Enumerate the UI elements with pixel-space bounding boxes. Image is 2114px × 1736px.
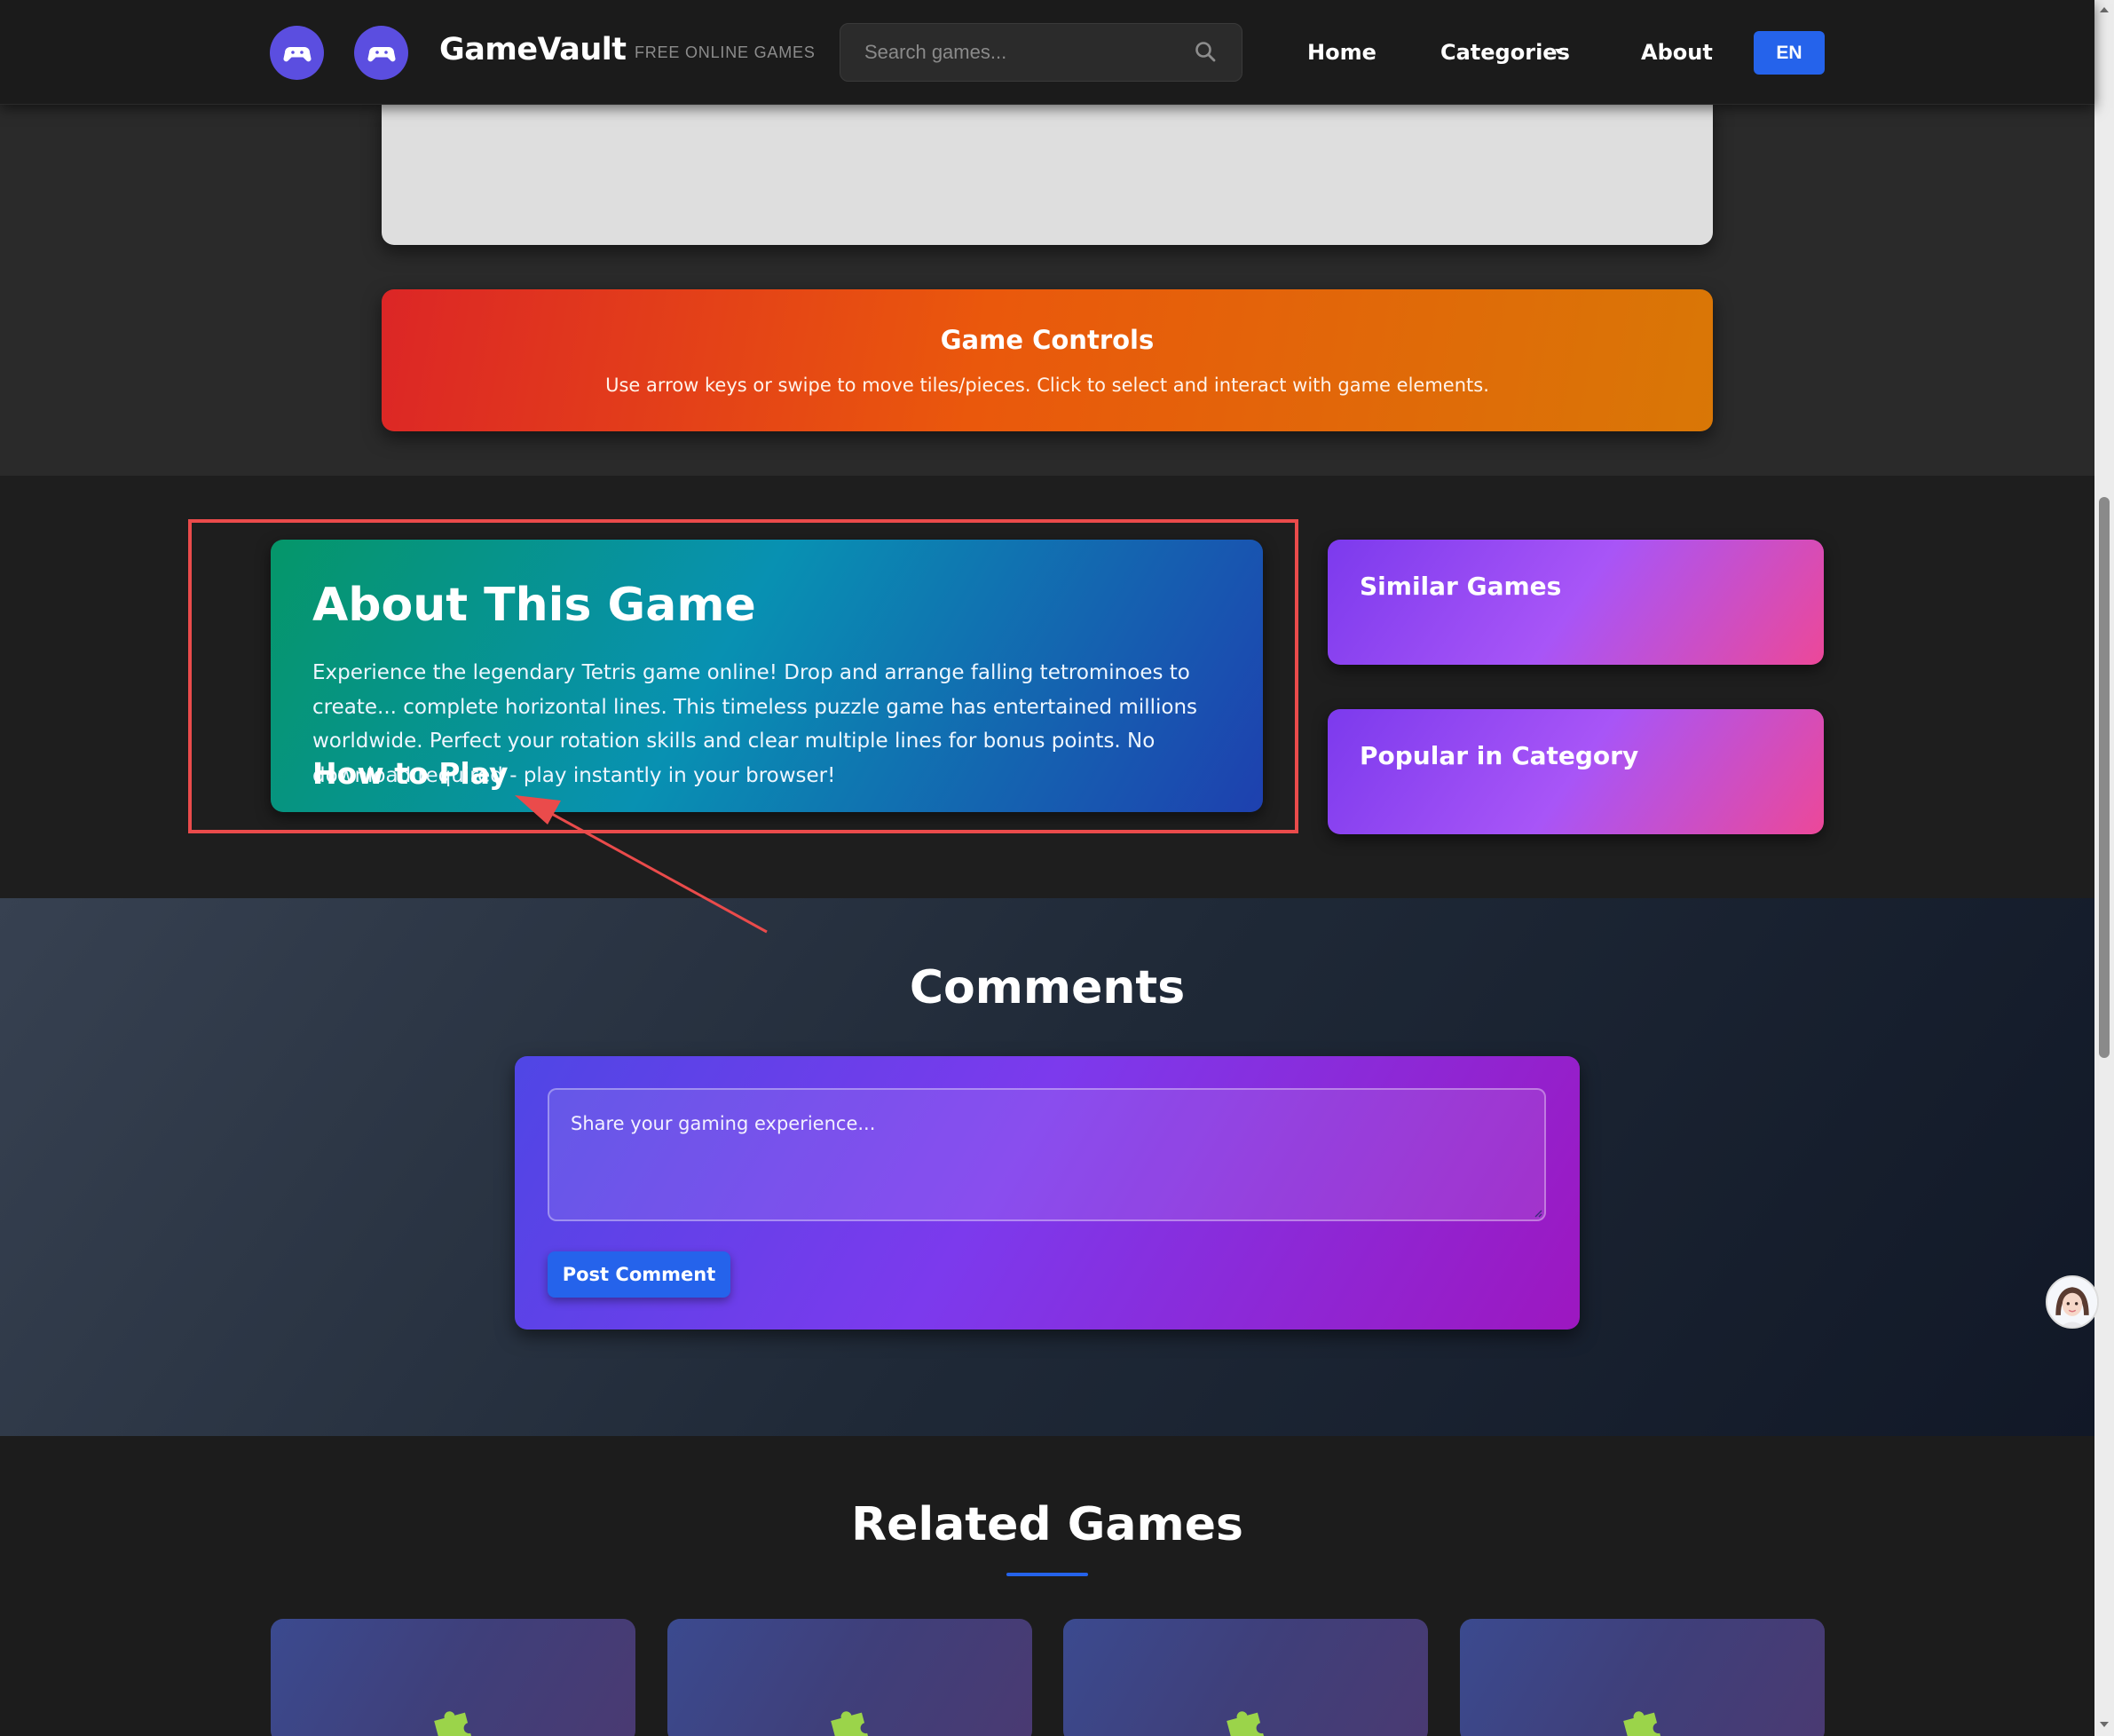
comments-section: Comments Post Comment [0, 898, 2094, 1436]
post-comment-button[interactable]: Post Comment [548, 1251, 730, 1298]
assistant-avatar[interactable] [2046, 1275, 2099, 1329]
scroll-down-arrow-icon[interactable] [2098, 1718, 2110, 1731]
puzzle-piece-icon [1623, 1711, 1663, 1736]
comments-heading: Comments [909, 961, 1186, 1014]
related-game-card[interactable] [271, 1619, 635, 1736]
language-button[interactable]: EN [1754, 31, 1825, 75]
comment-textarea[interactable] [548, 1088, 1546, 1221]
game-canvas-frame[interactable] [382, 103, 1713, 245]
gamepad-logo-icon-secondary[interactable] [354, 26, 408, 80]
resize-grip-icon[interactable] [1534, 1209, 1542, 1218]
top-navigation-bar: GameVault FREE ONLINE GAMES Home Categor… [0, 0, 2094, 105]
scroll-up-arrow-icon[interactable] [2098, 4, 2110, 16]
game-controls-title: Game Controls [940, 325, 1155, 355]
related-games-section: Related Games [0, 1436, 2094, 1736]
caret-down-icon[interactable] [1552, 45, 1565, 58]
game-controls-card: Game Controls Use arrow keys or swipe to… [382, 289, 1713, 431]
about-game-title: About This Game [312, 579, 756, 632]
avatar-face-icon [2047, 1277, 2097, 1327]
game-info-section: About This Game Experience the legendary… [0, 476, 2094, 898]
similar-games-title: Similar Games [1360, 572, 1562, 601]
related-game-card[interactable] [1063, 1619, 1428, 1736]
heading-underline [1006, 1573, 1088, 1576]
game-controls-text: Use arrow keys or swipe to move tiles/pi… [605, 375, 1489, 396]
search-input[interactable] [841, 25, 1187, 80]
related-game-card[interactable] [1460, 1619, 1825, 1736]
brand-tagline: FREE ONLINE GAMES [635, 43, 816, 61]
nav-about-link[interactable]: About [1641, 40, 1713, 65]
search-icon[interactable] [1194, 40, 1219, 65]
how-to-play-heading: How to Play [312, 756, 509, 791]
related-game-card[interactable] [667, 1619, 1032, 1736]
gamepad-logo-icon[interactable] [270, 26, 324, 80]
nav-home-link[interactable]: Home [1307, 40, 1376, 65]
popular-in-category-title: Popular in Category [1360, 741, 1639, 770]
brand-name[interactable]: GameVault [439, 32, 627, 67]
game-section: Game Controls Use arrow keys or swipe to… [0, 103, 2094, 476]
scrollbar-thumb[interactable] [2099, 497, 2110, 1058]
comment-form: Post Comment [515, 1056, 1580, 1330]
about-game-card: About This Game Experience the legendary… [271, 540, 1263, 812]
puzzle-piece-icon [1227, 1711, 1266, 1736]
nav-categories-dropdown[interactable]: Categories [1440, 40, 1570, 65]
puzzle-piece-icon [831, 1711, 871, 1736]
search-box [840, 23, 1242, 82]
popular-in-category-card[interactable]: Popular in Category [1328, 709, 1824, 834]
related-games-heading: Related Games [851, 1498, 1243, 1551]
similar-games-card[interactable]: Similar Games [1328, 540, 1824, 665]
puzzle-piece-icon [434, 1711, 474, 1736]
